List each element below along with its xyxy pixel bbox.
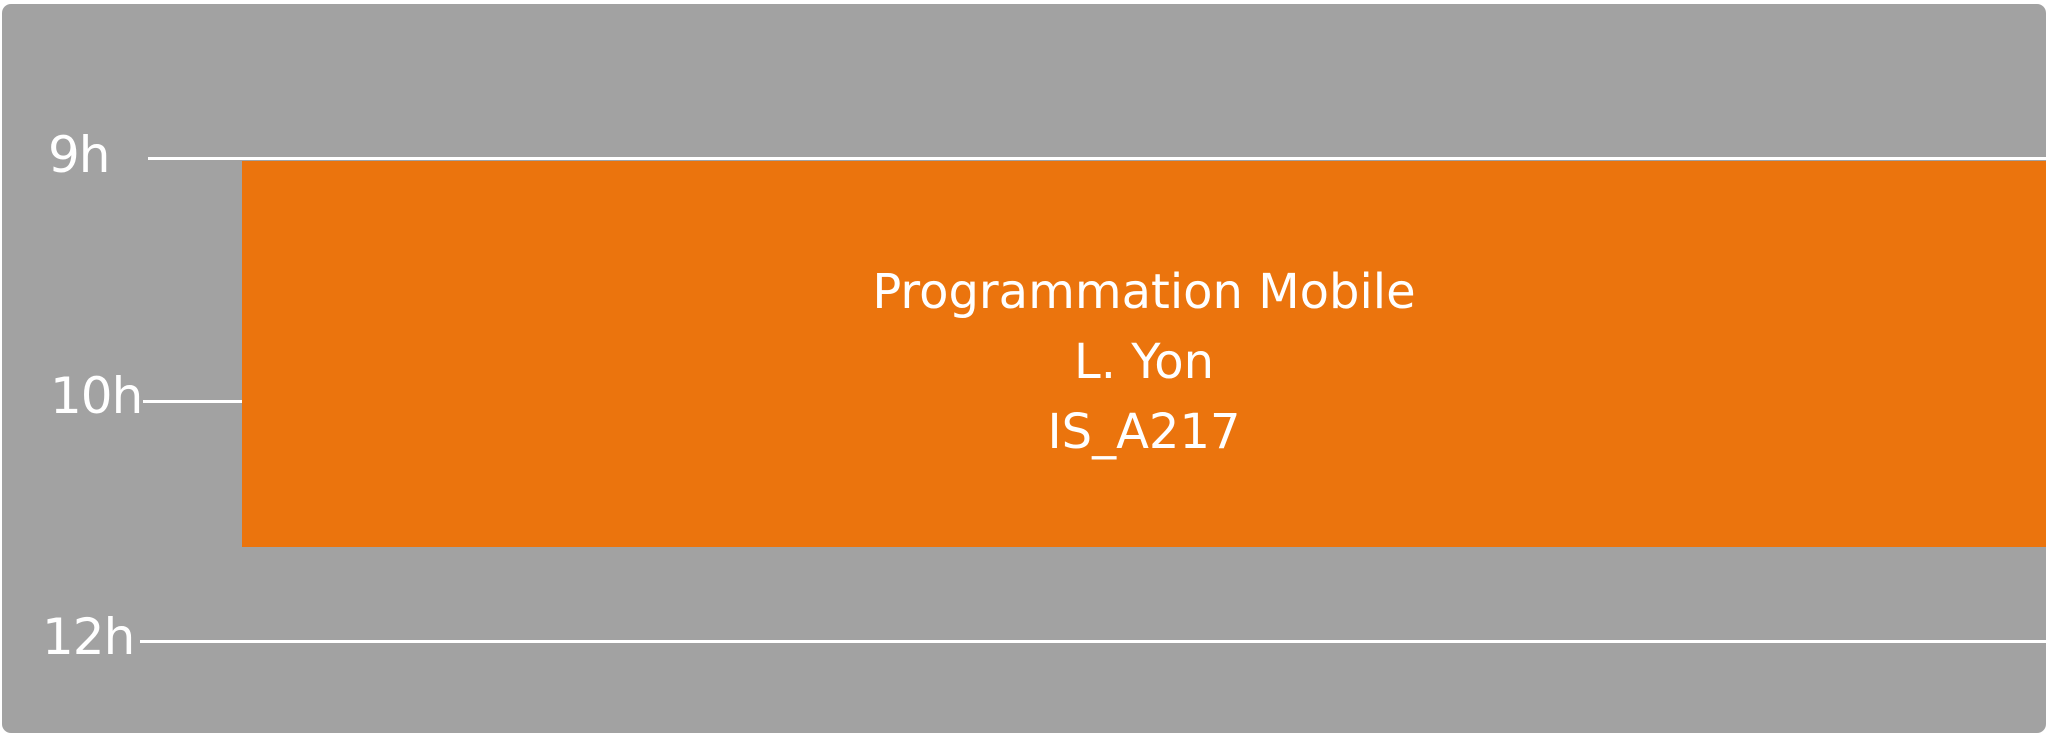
hour-line-10h xyxy=(143,400,243,403)
hour-line-9h xyxy=(148,157,2046,160)
hour-label-9h: 9h xyxy=(48,126,111,184)
timetable-grid: 9h 10h 12h Programmation Mobile L. Yon I… xyxy=(2,4,2046,733)
event-details: Programmation Mobile L. Yon IS_A217 xyxy=(242,257,2046,467)
hour-line-12h xyxy=(140,640,2046,643)
event-room: IS_A217 xyxy=(1047,404,1241,460)
hour-label-12h: 12h xyxy=(42,608,135,666)
event-block-programmation-mobile[interactable]: Programmation Mobile L. Yon IS_A217 xyxy=(242,161,2046,547)
event-course-title: Programmation Mobile xyxy=(872,264,1416,320)
event-teacher: L. Yon xyxy=(1074,334,1214,390)
hour-label-10h: 10h xyxy=(50,367,143,425)
